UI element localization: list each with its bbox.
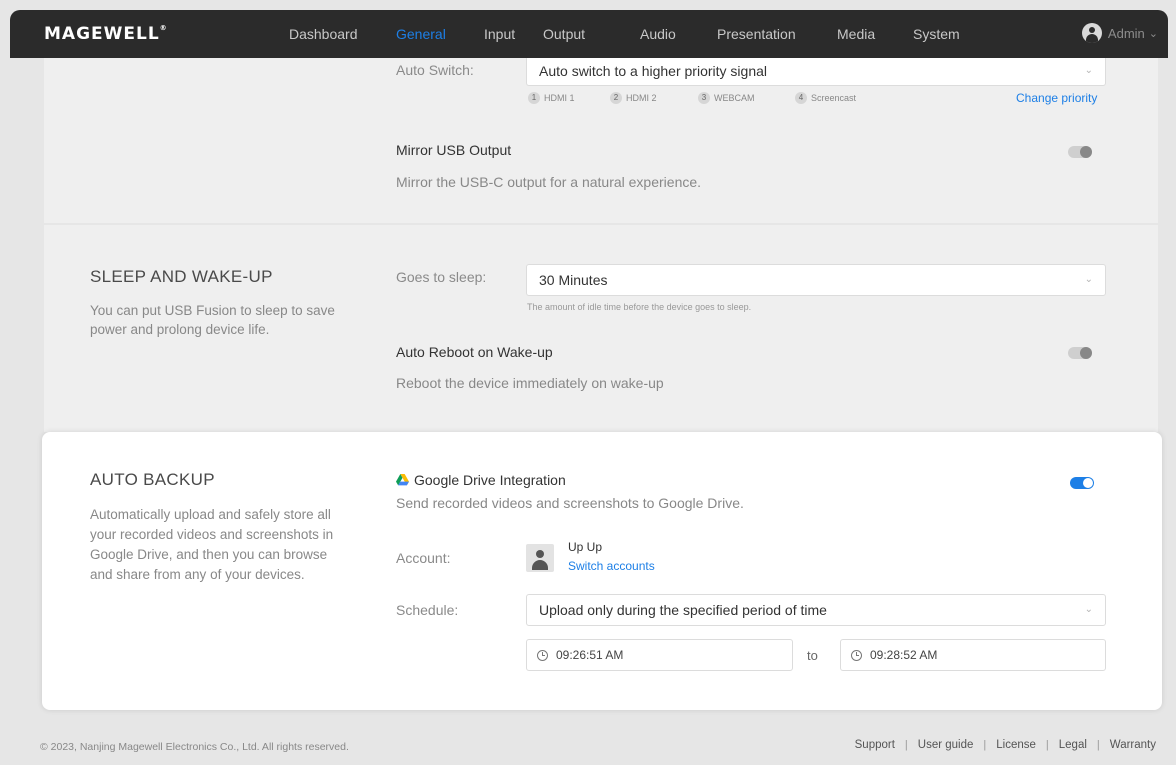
user-menu[interactable]: Admin ⌄ bbox=[1081, 23, 1158, 43]
auto-backup-card: AUTO BACKUP Automatically upload and saf… bbox=[42, 432, 1162, 710]
google-drive-icon bbox=[396, 474, 409, 486]
footer-link-warranty[interactable]: Warranty bbox=[1110, 739, 1156, 751]
magewell-logo[interactable]: MAGEWELL® bbox=[44, 24, 168, 44]
auto-reboot-desc: Reboot the device immediately on wake-up bbox=[396, 375, 664, 391]
start-time-input[interactable]: 09:26:51 AM bbox=[526, 639, 793, 671]
auto-reboot-toggle[interactable] bbox=[1068, 347, 1092, 359]
priority-item: 3 WEBCAM bbox=[698, 92, 755, 104]
nav-media[interactable]: Media bbox=[837, 26, 875, 42]
nav-output[interactable]: Output bbox=[543, 26, 585, 42]
chevron-down-icon: ⌄ bbox=[1084, 604, 1093, 615]
clock-icon bbox=[851, 649, 862, 661]
gdrive-toggle[interactable] bbox=[1070, 477, 1094, 489]
backup-section-title: AUTO BACKUP bbox=[90, 470, 215, 489]
nav-presentation[interactable]: Presentation bbox=[717, 26, 796, 42]
account-label: Account: bbox=[396, 550, 451, 566]
auto-reboot-title: Auto Reboot on Wake-up bbox=[396, 344, 553, 360]
footer-link-user-guide[interactable]: User guide bbox=[918, 739, 974, 751]
sleep-section-desc: You can put USB Fusion to sleep to save … bbox=[90, 303, 335, 337]
nav-general[interactable]: General bbox=[396, 26, 446, 42]
mirror-usb-desc: Mirror the USB-C output for a natural ex… bbox=[396, 174, 702, 190]
general-settings-page: Auto Switch: Auto switch to a higher pri… bbox=[10, 58, 1168, 718]
footer: © 2023, Nanjing Magewell Electronics Co.… bbox=[10, 718, 1168, 762]
goes-to-sleep-value: 30 Minutes bbox=[539, 272, 608, 288]
account-avatar bbox=[526, 544, 554, 572]
time-range-separator: to bbox=[807, 648, 818, 663]
input-settings-card: Auto Switch: Auto switch to a higher pri… bbox=[44, 58, 1158, 223]
user-name: Admin bbox=[1107, 25, 1145, 41]
sleep-section-title: SLEEP AND WAKE-UP bbox=[90, 267, 273, 286]
footer-link-legal[interactable]: Legal bbox=[1059, 739, 1087, 751]
auto-switch-value: Auto switch to a higher priority signal bbox=[539, 63, 767, 79]
schedule-value: Upload only during the specified period … bbox=[539, 602, 827, 618]
account-name: Up Up bbox=[568, 540, 603, 554]
switch-accounts-link[interactable]: Switch accounts bbox=[568, 559, 655, 573]
gdrive-desc: Send recorded videos and screenshots to … bbox=[396, 495, 744, 511]
footer-links: Support | User guide | License | Legal |… bbox=[854, 739, 1156, 751]
auto-switch-label: Auto Switch: bbox=[396, 62, 474, 78]
nav-system[interactable]: System bbox=[913, 26, 960, 42]
chevron-down-icon: ⌄ bbox=[1084, 274, 1093, 285]
copyright-text: © 2023, Nanjing Magewell Electronics Co.… bbox=[40, 741, 349, 753]
user-avatar-icon bbox=[1081, 23, 1102, 43]
clock-icon bbox=[537, 649, 548, 661]
backup-section-desc: Automatically upload and safely store al… bbox=[90, 507, 334, 582]
goes-to-sleep-select[interactable]: 30 Minutes ⌄ bbox=[526, 264, 1106, 296]
nav-dashboard[interactable]: Dashboard bbox=[289, 26, 358, 42]
footer-link-support[interactable]: Support bbox=[855, 739, 895, 751]
top-nav-bar: MAGEWELL® Dashboard General Input Output… bbox=[10, 10, 1168, 58]
auto-switch-select[interactable]: Auto switch to a higher priority signal … bbox=[526, 58, 1106, 86]
nav-input[interactable]: Input bbox=[484, 26, 515, 42]
schedule-select[interactable]: Upload only during the specified period … bbox=[526, 594, 1106, 626]
mirror-usb-toggle[interactable] bbox=[1068, 146, 1092, 158]
chevron-down-icon: ⌄ bbox=[1148, 27, 1158, 40]
sleep-wakeup-card: SLEEP AND WAKE-UP You can put USB Fusion… bbox=[44, 225, 1158, 432]
change-priority-link[interactable]: Change priority bbox=[1016, 91, 1097, 105]
mirror-usb-title: Mirror USB Output bbox=[396, 142, 512, 158]
priority-item: 1 HDMI 1 bbox=[528, 92, 575, 104]
chevron-down-icon: ⌄ bbox=[1084, 65, 1093, 76]
end-time-input[interactable]: 09:28:52 AM bbox=[840, 639, 1106, 671]
footer-link-license[interactable]: License bbox=[996, 739, 1036, 751]
nav-audio[interactable]: Audio bbox=[640, 26, 676, 42]
goes-to-sleep-hint: The amount of idle time before the devic… bbox=[527, 302, 752, 312]
priority-item: 4 Screencast bbox=[795, 92, 856, 104]
schedule-label: Schedule: bbox=[396, 602, 459, 618]
gdrive-title: Google Drive Integration bbox=[414, 472, 566, 488]
priority-item: 2 HDMI 2 bbox=[610, 92, 657, 104]
goes-to-sleep-label: Goes to sleep: bbox=[396, 269, 487, 285]
